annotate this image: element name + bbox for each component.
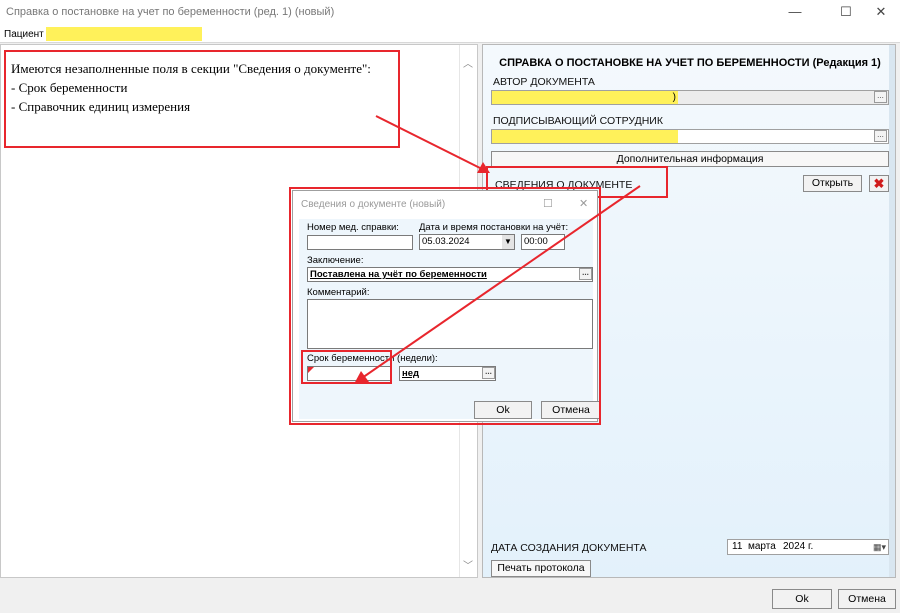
window-title: Справка о постановке на учет по беременн… xyxy=(6,6,335,18)
patient-label: Пациент xyxy=(4,29,44,40)
document-title: СПРАВКА О ПОСТАНОВКЕ НА УЧЕТ ПО БЕРЕМЕНН… xyxy=(499,57,881,69)
author-field[interactable]: ) ... xyxy=(491,90,889,105)
author-value-redacted: ) xyxy=(492,91,678,104)
print-protocol-button[interactable]: Печать протокола xyxy=(491,560,591,577)
minimize-button[interactable]: — xyxy=(780,2,810,24)
footer-ok-button[interactable]: Ok xyxy=(772,589,832,609)
delete-icon[interactable]: ✖ xyxy=(869,175,889,192)
patient-name-redacted[interactable] xyxy=(46,27,202,41)
maximize-button[interactable]: ☐ xyxy=(831,2,861,24)
signer-value-redacted xyxy=(492,130,678,143)
creation-year: 2024 г. xyxy=(783,541,814,552)
author-label: АВТОР ДОКУМЕНТА xyxy=(493,76,595,88)
footer-cancel-button[interactable]: Отмена xyxy=(838,589,896,609)
open-button[interactable]: Открыть xyxy=(803,175,862,192)
close-button[interactable]: ✕ xyxy=(866,2,896,24)
annotation-box-validation xyxy=(4,50,400,148)
annotation-box-dialog xyxy=(289,187,601,425)
scroll-down-icon[interactable]: ﹀ xyxy=(463,557,473,572)
patient-strip: Пациент xyxy=(0,26,900,43)
footer-bar: Ok Отмена xyxy=(0,579,900,613)
creation-month: марта xyxy=(748,541,776,552)
signer-select-button[interactable]: ... xyxy=(874,130,887,142)
creation-date-field[interactable]: 11 марта 2024 г. ▦▾ xyxy=(727,539,889,555)
document-scrollbar[interactable] xyxy=(889,45,895,577)
annotation-box-term xyxy=(301,350,392,384)
author-select-button[interactable]: ... xyxy=(874,91,887,103)
creation-day: 11 xyxy=(732,541,743,552)
title-bar: Справка о постановке на учет по беременн… xyxy=(0,0,900,26)
calendar-dropdown-icon[interactable]: ▦▾ xyxy=(873,540,886,554)
creation-date-label: ДАТА СОЗДАНИЯ ДОКУМЕНТА xyxy=(491,542,647,554)
signer-field[interactable]: ... xyxy=(491,129,889,144)
scroll-up-icon[interactable]: ︿ xyxy=(463,55,473,70)
signer-label: ПОДПИСЫВАЮЩИЙ СОТРУДНИК xyxy=(493,115,663,127)
additional-info-button[interactable]: Дополнительная информация xyxy=(491,151,889,167)
